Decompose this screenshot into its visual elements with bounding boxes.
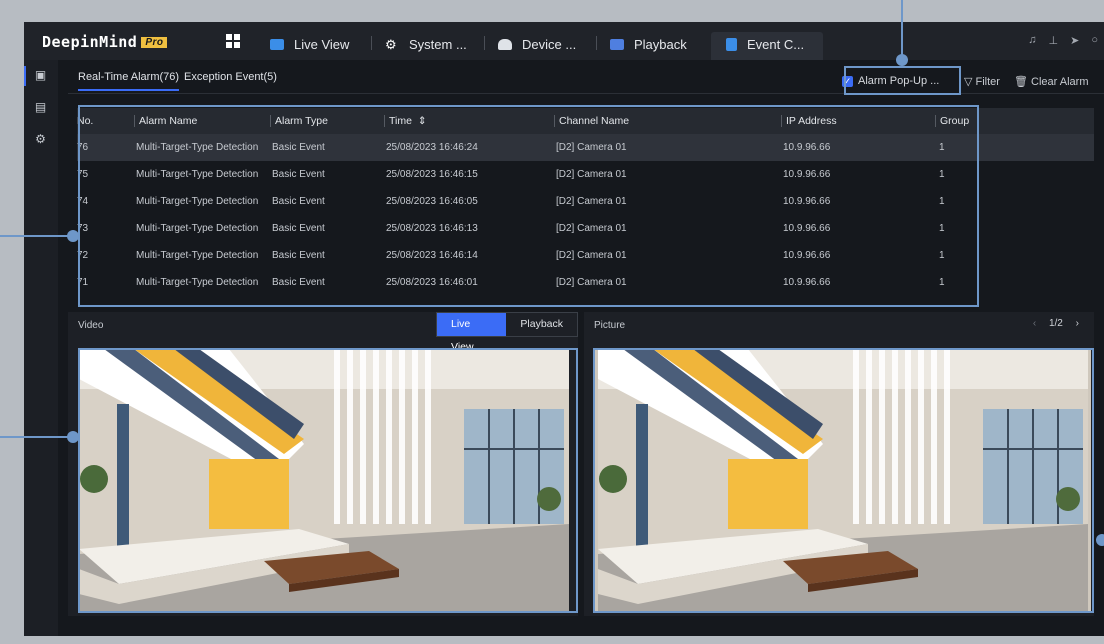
callout-dot-picture bbox=[1096, 534, 1104, 546]
tab-system[interactable]: ⚙ System ... bbox=[371, 32, 467, 56]
left-sidebar: ▣ ▤ ⚙ bbox=[24, 60, 58, 636]
app-logo: DeepinMind Pro bbox=[42, 33, 168, 51]
callout-leader-table bbox=[0, 235, 74, 237]
device-camera-icon bbox=[498, 38, 512, 50]
system-gear-icon: ⚙ bbox=[385, 36, 397, 52]
tab-realtime-alarm[interactable]: Real-Time Alarm(76) bbox=[78, 71, 180, 91]
top-right-tools: ♫ ⊥ ➤ ○ bbox=[1028, 34, 1098, 47]
event-center-icon bbox=[726, 37, 737, 51]
callout-alarm-popup bbox=[844, 66, 961, 95]
callout-picture bbox=[593, 348, 1094, 613]
callout-leader-top bbox=[901, 0, 903, 58]
callout-dot-video bbox=[67, 431, 79, 443]
callout-dot-top bbox=[896, 54, 908, 66]
page-indicator: 1/2 bbox=[1048, 318, 1063, 329]
tab-live-view[interactable]: Live View bbox=[270, 32, 349, 56]
download-icon[interactable]: ⊥ bbox=[1049, 34, 1059, 47]
video-mode-switch: Live View Playback bbox=[436, 312, 578, 353]
callout-video bbox=[78, 348, 578, 613]
pro-badge: Pro bbox=[141, 37, 168, 48]
search-record-icon[interactable]: ▤ bbox=[33, 100, 48, 115]
video-title: Video bbox=[78, 320, 104, 331]
power-icon[interactable]: ○ bbox=[1091, 34, 1098, 47]
alarm-list-icon[interactable]: ▣ bbox=[33, 68, 48, 83]
cursor-icon[interactable]: ➤ bbox=[1070, 34, 1079, 47]
clear-alarm-button[interactable]: 🗑 Clear Alarm bbox=[1014, 75, 1089, 88]
live-view-button[interactable]: Live View bbox=[437, 313, 507, 353]
bell-icon[interactable]: ♫ bbox=[1028, 34, 1036, 47]
live-view-icon bbox=[270, 38, 284, 50]
top-bar: DeepinMind Pro Live View ⚙ System ... Dev… bbox=[24, 22, 1104, 60]
playback-icon bbox=[610, 38, 624, 50]
settings-icon[interactable]: ⚙ bbox=[33, 132, 48, 147]
filter-button[interactable]: ▽ Filter bbox=[964, 75, 1000, 88]
next-page-icon[interactable]: › bbox=[1076, 318, 1079, 329]
picture-title: Picture bbox=[594, 320, 626, 331]
playback-button[interactable]: Playback bbox=[506, 313, 577, 336]
callout-alarm-table bbox=[78, 105, 979, 307]
tab-device[interactable]: Device ... bbox=[484, 32, 576, 56]
callout-dot-table bbox=[67, 230, 79, 242]
picture-pager: ‹ 1/2 › bbox=[1028, 318, 1084, 329]
prev-page-icon[interactable]: ‹ bbox=[1033, 318, 1036, 329]
tab-exception-event[interactable]: Exception Event(5) bbox=[184, 71, 277, 83]
tab-playback[interactable]: Playback bbox=[596, 32, 687, 56]
app-grid-icon[interactable] bbox=[226, 34, 240, 48]
tab-event-center[interactable]: Event C... bbox=[726, 32, 804, 56]
callout-leader-video bbox=[0, 436, 74, 438]
